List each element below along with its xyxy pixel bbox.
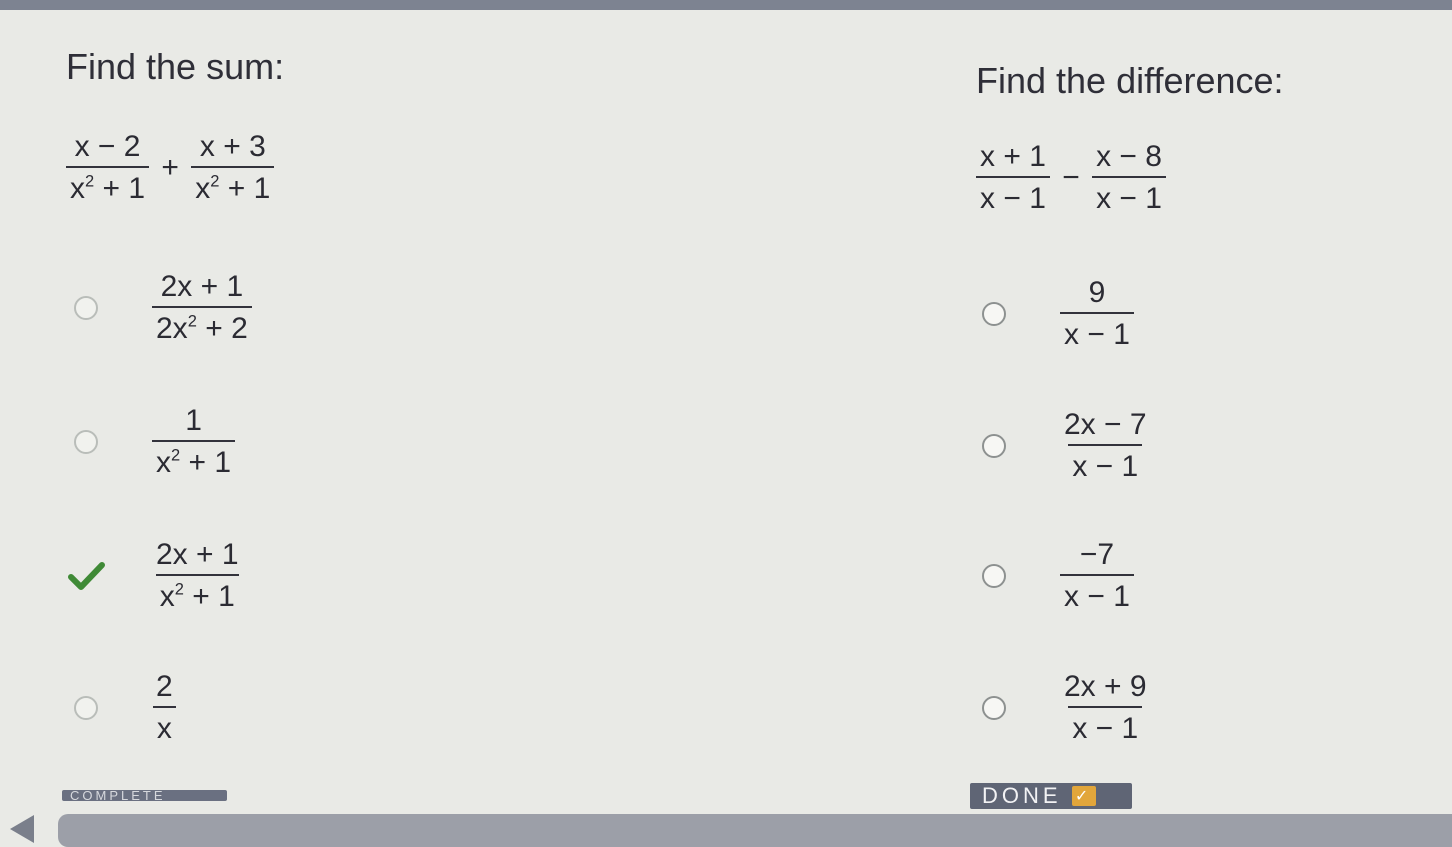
option-fraction: 2 x <box>152 672 177 744</box>
difference-option-3[interactable]: −7 x − 1 <box>974 536 1134 616</box>
bottom-scrollbar[interactable] <box>58 814 1452 847</box>
option-fraction: 2x + 1 x2 + 1 <box>155 538 239 613</box>
sum-option-1[interactable]: 2x + 1 2x2 + 2 <box>66 268 252 348</box>
fraction-denominator: x2 + 1 <box>191 166 275 204</box>
radio-button[interactable] <box>982 434 1006 458</box>
radio-button[interactable] <box>982 696 1006 720</box>
done-button[interactable]: DONE ✓ <box>970 783 1132 809</box>
fraction-numerator: x − 2 <box>74 130 141 163</box>
difference-option-1[interactable]: 9 x − 1 <box>974 274 1134 354</box>
fraction-numerator: x + 3 <box>199 130 266 163</box>
complete-label: COMPLETE <box>62 790 227 801</box>
minus-operator: − <box>1062 161 1080 194</box>
sum-problem: x − 2 x2 + 1 + x + 3 x2 + 1 <box>66 130 275 204</box>
difference-fraction-a: x + 1 x − 1 <box>976 142 1050 214</box>
done-label: DONE <box>982 783 1062 808</box>
fraction-denominator: x − 1 <box>1092 176 1166 214</box>
sum-fraction-b: x + 3 x2 + 1 <box>191 130 275 204</box>
check-icon: ✓ <box>1071 786 1096 806</box>
fraction-denominator: x2 + 1 <box>66 166 150 204</box>
check-icon <box>68 562 105 590</box>
difference-problem: x + 1 x − 1 − x − 8 x − 1 <box>976 142 1166 214</box>
sum-fraction-a: x − 2 x2 + 1 <box>66 130 150 204</box>
sum-title: Find the sum: <box>66 46 285 87</box>
option-fraction: 1 x2 + 1 <box>152 406 236 478</box>
radio-button[interactable] <box>982 564 1006 588</box>
radio-button[interactable] <box>74 696 98 720</box>
difference-title: Find the difference: <box>976 60 1284 101</box>
option-fraction: 2x + 1 2x2 + 2 <box>152 272 252 344</box>
top-bar <box>0 0 1452 10</box>
sum-option-3[interactable]: 2x + 1 x2 + 1 <box>66 536 243 616</box>
radio-button[interactable] <box>74 296 98 320</box>
back-arrow-icon[interactable] <box>10 815 34 843</box>
sum-option-2[interactable]: 1 x2 + 1 <box>66 402 236 482</box>
option-fraction: 9 x − 1 <box>1060 278 1134 350</box>
sum-option-4[interactable]: 2 x <box>66 668 177 748</box>
fraction-denominator: x − 1 <box>976 176 1050 214</box>
radio-button[interactable] <box>74 430 98 454</box>
radio-button[interactable] <box>982 302 1006 326</box>
option-fraction: −7 x − 1 <box>1060 540 1134 612</box>
plus-operator: + <box>161 151 179 184</box>
difference-fraction-b: x − 8 x − 1 <box>1092 142 1166 214</box>
difference-option-2[interactable]: 2x − 7 x − 1 <box>974 406 1151 486</box>
difference-option-4[interactable]: 2x + 9 x − 1 <box>974 668 1151 748</box>
option-fraction: 2x − 7 x − 1 <box>1064 408 1147 483</box>
fraction-numerator: x + 1 <box>980 140 1046 173</box>
fraction-numerator: x − 8 <box>1096 140 1162 173</box>
option-fraction: 2x + 9 x − 1 <box>1064 670 1147 745</box>
